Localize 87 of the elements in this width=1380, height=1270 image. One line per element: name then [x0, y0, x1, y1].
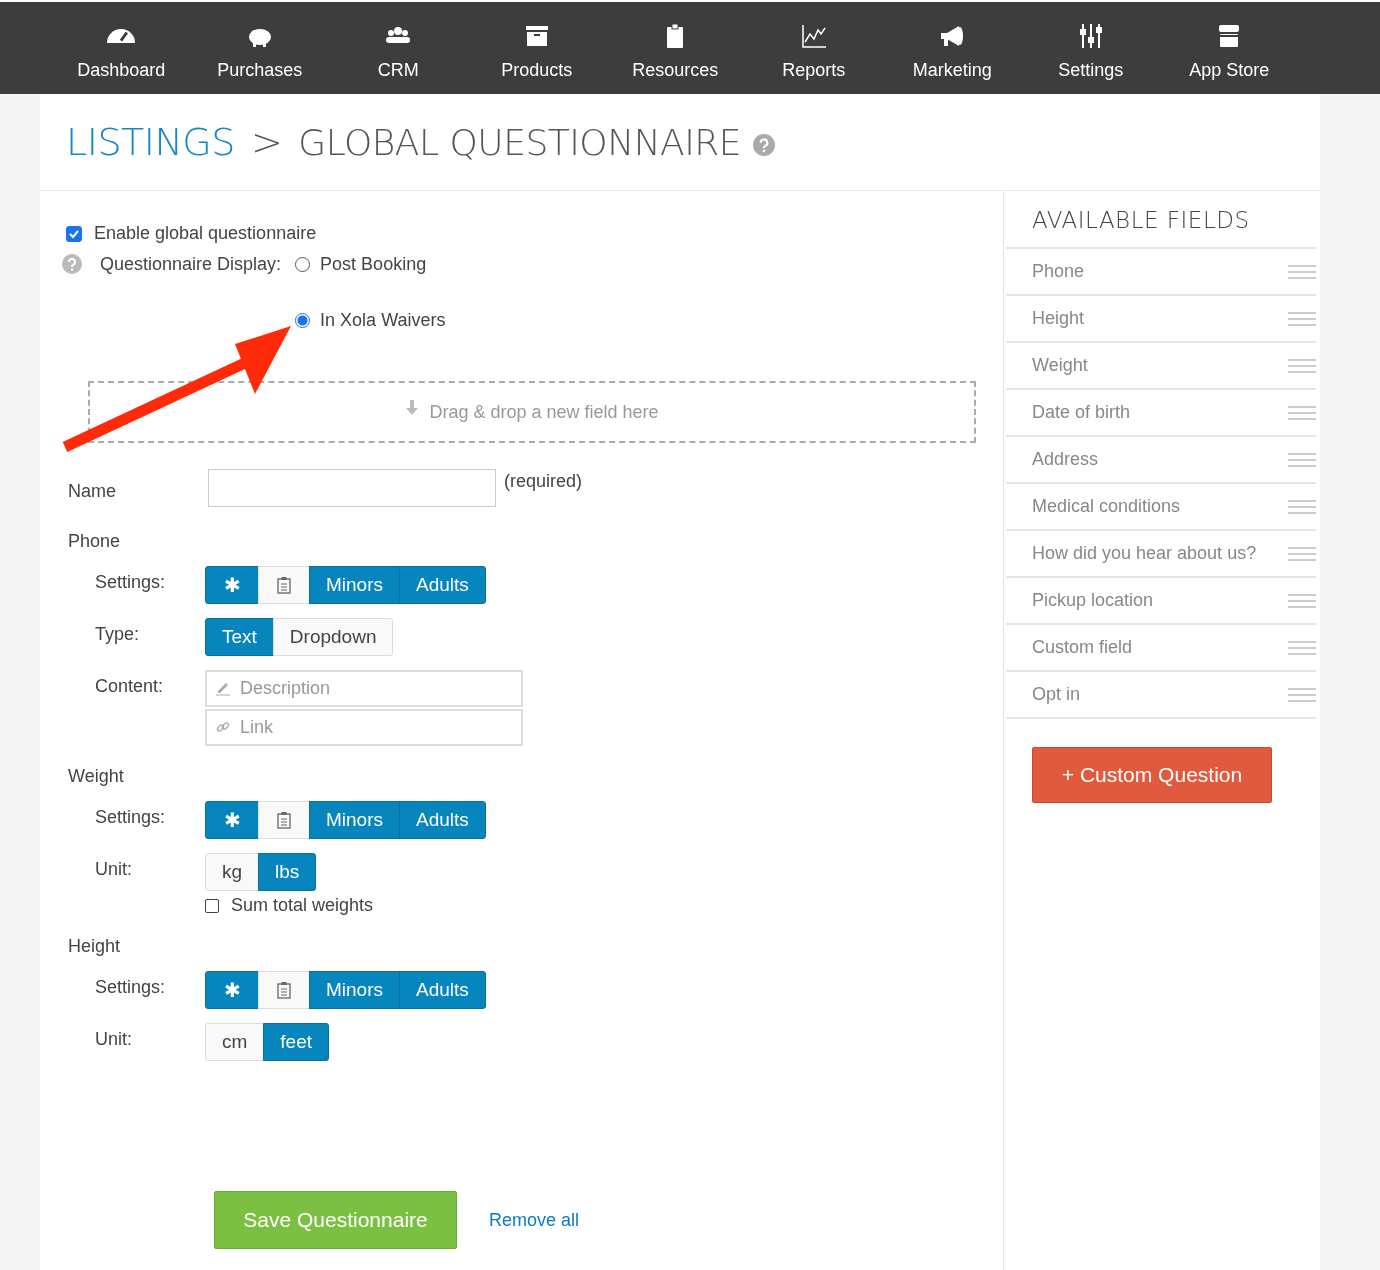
radio-label: In Xola Waivers	[320, 310, 446, 331]
field-label: Name	[67, 480, 117, 502]
toggle-button[interactable]: lbs	[258, 853, 317, 891]
field-label: Questionnaire Display:	[100, 254, 282, 275]
clipboard-icon	[277, 811, 291, 829]
drop-zone-hint: Drag & drop a new field here	[429, 401, 659, 423]
radio-button[interactable]	[295, 257, 311, 272]
drag-handle-icon	[1288, 592, 1316, 609]
clipboard-icon	[277, 576, 291, 594]
drag-handle-icon	[1288, 545, 1316, 562]
toggle-button[interactable]: Minors	[309, 566, 400, 604]
available-field-item[interactable]: Height	[1006, 296, 1316, 343]
field-label: Type:	[94, 623, 141, 646]
available-field-item[interactable]: Medical conditions	[1006, 484, 1316, 531]
drag-handle-icon	[1288, 498, 1316, 515]
link-input[interactable]: Link	[205, 709, 523, 746]
toggle-button[interactable]: Adults	[399, 801, 486, 839]
available-field-item[interactable]: Address	[1006, 437, 1316, 484]
required-toggle-button[interactable]: ✱	[205, 971, 259, 1009]
toggle-button[interactable]: Adults	[399, 566, 486, 604]
available-field-item[interactable]: Date of birth	[1006, 390, 1316, 437]
line-chart-icon	[799, 22, 828, 50]
field-label: Unit:	[94, 858, 133, 881]
drag-handle-icon	[1288, 263, 1316, 280]
name-input[interactable]	[208, 469, 496, 507]
toggle-button[interactable]: kg	[205, 853, 260, 891]
radio-label: Post Booking	[320, 254, 427, 275]
clipboard-toggle-button[interactable]	[258, 566, 310, 604]
toggle-button[interactable]: feet	[263, 1023, 330, 1061]
toggle-button[interactable]: Dropdown	[272, 618, 394, 656]
save-button[interactable]: Save Questionnaire	[214, 1191, 457, 1249]
nav-item[interactable]: Reports	[744, 2, 883, 94]
required-toggle-button[interactable]: ✱	[205, 801, 259, 839]
description-input[interactable]: Description	[205, 670, 523, 707]
nav-item[interactable]: Marketing	[883, 2, 1022, 94]
gauge-icon	[107, 29, 136, 43]
page-title: GLOBAL QUESTIONNAIRE	[298, 121, 742, 163]
drag-handle-icon	[1288, 686, 1316, 703]
toggle-button[interactable]: Minors	[309, 971, 400, 1009]
field-label: Settings:	[94, 806, 167, 829]
available-field-item[interactable]: Pickup location	[1006, 578, 1316, 625]
toggle-button[interactable]: Adults	[399, 971, 486, 1009]
field-label: Unit:	[94, 1028, 133, 1051]
checkbox-label: Enable global questionnaire	[94, 223, 317, 244]
clipboard-toggle-button[interactable]	[258, 801, 310, 839]
toggle-button[interactable]: cm	[205, 1023, 265, 1061]
custom-question-button[interactable]: + Custom Question	[1032, 747, 1272, 803]
checkbox[interactable]	[66, 225, 82, 242]
nav-item[interactable]: Products	[467, 2, 606, 94]
available-field-item[interactable]: Opt in	[1006, 672, 1316, 719]
required-toggle-button[interactable]: ✱	[205, 566, 259, 604]
drag-handle-icon	[1288, 404, 1316, 421]
available-field-item[interactable]: How did you hear about us?	[1006, 531, 1316, 578]
breadcrumb-separator: >	[250, 120, 283, 164]
drag-handle-icon	[1288, 310, 1316, 327]
nav-item[interactable]: Dashboard	[52, 2, 191, 94]
available-field-item[interactable]: Custom field	[1006, 625, 1316, 672]
nav-item[interactable]: Purchases	[190, 2, 329, 94]
section-title: Weight	[67, 766, 125, 787]
available-field-item[interactable]: Weight	[1006, 343, 1316, 390]
field-label: Settings:	[94, 571, 167, 594]
down-arrow-icon	[405, 400, 420, 416]
field-label: Content:	[94, 675, 165, 698]
section-title: Height	[67, 936, 122, 957]
drag-handle-icon	[1288, 451, 1316, 468]
required-hint: (required)	[504, 471, 583, 492]
drag-handle-icon	[1288, 357, 1316, 374]
drag-handle-icon	[1288, 639, 1316, 656]
clipboard-icon	[277, 981, 291, 999]
breadcrumb-link[interactable]: LISTINGS	[66, 120, 235, 164]
sidebar-title: AVAILABLE FIELDS	[1006, 191, 1316, 249]
drop-zone[interactable]: Drag & drop a new field here	[88, 381, 976, 443]
nav-item[interactable]: App Store	[1160, 2, 1299, 94]
clipboard-toggle-button[interactable]	[258, 971, 310, 1009]
toggle-button[interactable]: Text	[205, 618, 274, 656]
checkbox[interactable]	[205, 898, 219, 913]
nav-item[interactable]: Resources	[606, 2, 745, 94]
nav-item[interactable]: Settings	[1021, 2, 1160, 94]
available-field-item[interactable]: Phone	[1006, 249, 1316, 296]
help-icon[interactable]	[753, 134, 776, 156]
toggle-button[interactable]: Minors	[309, 801, 400, 839]
radio-button[interactable]	[295, 313, 311, 328]
field-label: Settings:	[94, 976, 167, 999]
section-title: Phone	[67, 531, 122, 552]
remove-all-link[interactable]: Remove all	[489, 1209, 580, 1231]
nav-item[interactable]: CRM	[329, 2, 468, 94]
checkbox-label: Sum total weights	[231, 895, 374, 916]
